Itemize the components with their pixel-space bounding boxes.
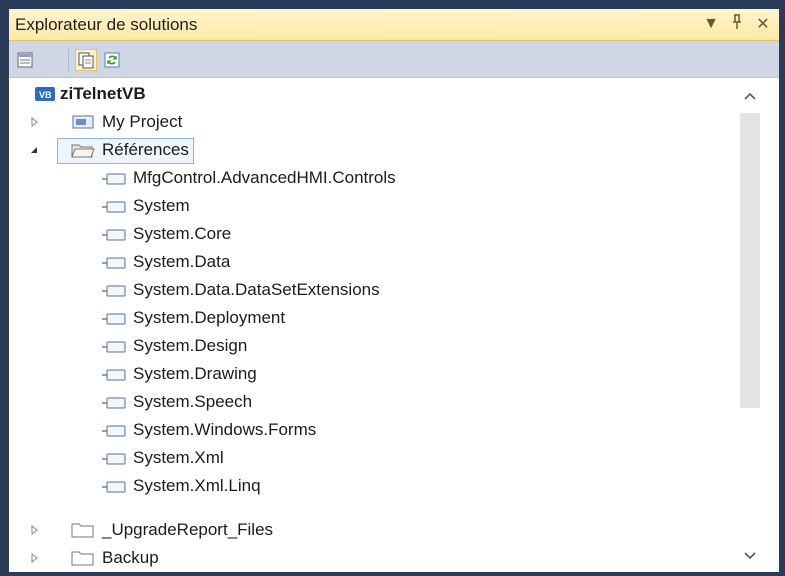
refresh-icon bbox=[104, 52, 120, 68]
reference-icon bbox=[101, 283, 127, 301]
reference-label: System.Xml bbox=[133, 448, 224, 467]
solution-toolbar bbox=[9, 41, 779, 78]
reference-icon bbox=[101, 227, 127, 245]
reference-icon bbox=[101, 311, 127, 329]
dropdown-icon[interactable]: ▼ bbox=[703, 15, 719, 33]
refresh-button[interactable] bbox=[101, 49, 123, 71]
reference-label: System.Deployment bbox=[133, 308, 286, 327]
expand-arrow-icon[interactable] bbox=[27, 115, 41, 129]
reference-item[interactable]: System.Windows.Forms bbox=[9, 416, 729, 444]
reference-label: System.Windows.Forms bbox=[133, 420, 317, 439]
tree-item-folder[interactable]: Backup bbox=[9, 544, 729, 572]
reference-label: System.Core bbox=[133, 224, 232, 243]
folder-icon bbox=[71, 549, 94, 567]
panel-title: Explorateur de solutions bbox=[15, 15, 198, 34]
show-all-files-icon bbox=[78, 52, 94, 69]
folder-label: _UpgradeReport_Files bbox=[102, 520, 274, 539]
reference-item[interactable]: System.Xml bbox=[9, 444, 729, 472]
properties-icon bbox=[17, 52, 33, 68]
reference-item[interactable]: System.Xml.Linq bbox=[9, 472, 729, 500]
vb-project-icon: VB bbox=[34, 85, 56, 103]
reference-icon bbox=[101, 171, 127, 189]
references-label: Références bbox=[102, 140, 189, 159]
scroll-thumb[interactable] bbox=[740, 113, 760, 408]
reference-item[interactable]: System.Core bbox=[9, 220, 729, 248]
reference-icon bbox=[101, 395, 127, 413]
reference-icon bbox=[101, 367, 127, 385]
close-icon[interactable]: ✕ bbox=[755, 14, 771, 34]
my-project-label: My Project bbox=[102, 112, 183, 131]
expand-arrow-icon[interactable] bbox=[27, 551, 41, 565]
folder-icon bbox=[71, 521, 94, 539]
reference-icon bbox=[101, 339, 127, 357]
reference-label: System bbox=[133, 196, 190, 215]
reference-icon bbox=[101, 451, 127, 469]
reference-label: System.Data.DataSetExtensions bbox=[133, 280, 380, 299]
tree-item-folder[interactable]: _UpgradeReport_Files bbox=[9, 516, 729, 544]
reference-item[interactable]: System bbox=[9, 192, 729, 220]
reference-label: System.Drawing bbox=[133, 364, 257, 383]
scroll-down-icon[interactable] bbox=[742, 548, 758, 564]
reference-icon bbox=[101, 479, 127, 497]
my-project-icon bbox=[71, 113, 94, 131]
reference-item[interactable]: System.Deployment bbox=[9, 304, 729, 332]
project-name: ziTelnetVB bbox=[60, 84, 146, 103]
panel-titlebar: Explorateur de solutions ▼ ✕ bbox=[9, 9, 779, 41]
properties-button[interactable] bbox=[14, 49, 36, 71]
toolbar-separator bbox=[68, 49, 69, 71]
reference-label: System.Speech bbox=[133, 392, 253, 411]
svg-text:VB: VB bbox=[39, 90, 52, 100]
reference-icon bbox=[101, 199, 127, 217]
reference-icon bbox=[101, 255, 127, 273]
reference-icon bbox=[101, 423, 127, 441]
reference-item[interactable]: MfgControl.AdvancedHMI.Controls bbox=[9, 164, 729, 192]
reference-item[interactable]: System.Drawing bbox=[9, 360, 729, 388]
solution-tree: VB ziTelnetVB My Project Références MfgC… bbox=[9, 78, 737, 572]
show-all-files-button[interactable] bbox=[75, 49, 97, 71]
reference-label: System.Design bbox=[133, 336, 248, 355]
collapse-arrow-icon[interactable] bbox=[27, 143, 41, 157]
pin-icon[interactable] bbox=[729, 13, 745, 35]
scroll-up-icon[interactable] bbox=[742, 88, 758, 104]
reference-label: System.Data bbox=[133, 252, 231, 271]
tree-item-references[interactable]: Références bbox=[9, 136, 729, 164]
tree-item-my-project[interactable]: My Project bbox=[9, 108, 729, 136]
tree-root-project[interactable]: VB ziTelnetVB bbox=[9, 80, 729, 108]
reference-label: System.Xml.Linq bbox=[133, 476, 261, 495]
folder-label: Backup bbox=[102, 548, 159, 567]
expand-arrow-icon[interactable] bbox=[27, 523, 41, 537]
reference-item[interactable]: System.Data bbox=[9, 248, 729, 276]
reference-item[interactable]: System.Data.DataSetExtensions bbox=[9, 276, 729, 304]
solution-explorer-panel: Explorateur de solutions ▼ ✕ VB ziTelnet… bbox=[9, 9, 779, 572]
reference-label: MfgControl.AdvancedHMI.Controls bbox=[133, 168, 396, 187]
vertical-scrollbar[interactable] bbox=[738, 78, 779, 572]
open-folder-icon bbox=[71, 141, 95, 159]
reference-item[interactable]: System.Speech bbox=[9, 388, 729, 416]
reference-item[interactable]: System.Design bbox=[9, 332, 729, 360]
